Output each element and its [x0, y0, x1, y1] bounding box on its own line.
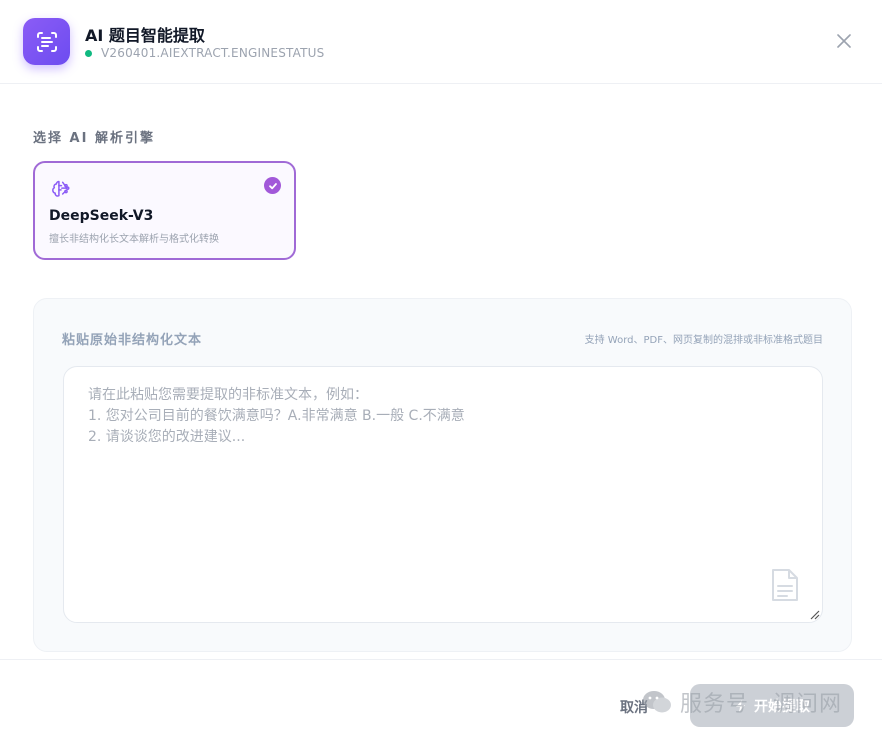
- dialog-header: AI 题目智能提取 V260401.AIEXTRACT.ENGINESTATUS: [0, 0, 882, 84]
- status-text: V260401.AIEXTRACT.ENGINESTATUS: [101, 46, 325, 60]
- paste-text-input[interactable]: [64, 367, 822, 622]
- brain-icon: [52, 180, 70, 197]
- engine-name: DeepSeek-V3: [49, 208, 154, 224]
- start-extract-button[interactable]: 开始提取: [690, 684, 854, 727]
- cancel-button[interactable]: 取消: [620, 697, 648, 717]
- start-extract-label: 开始提取: [754, 698, 810, 715]
- paste-panel: 粘贴原始非结构化文本 支持 Word、PDF、网页复制的混排或非标准格式题目: [33, 298, 852, 652]
- engine-status: V260401.AIEXTRACT.ENGINESTATUS: [85, 46, 324, 60]
- close-icon: [837, 34, 851, 48]
- selected-check-icon: [264, 177, 281, 194]
- status-dot: [85, 49, 92, 57]
- engine-section-label: 选择 AI 解析引擎: [33, 131, 155, 146]
- engine-description: 擅长非结构化长文本解析与格式化转换: [49, 234, 219, 245]
- bolt-icon: [736, 699, 745, 712]
- dialog-title: AI 题目智能提取: [85, 26, 205, 45]
- engine-card-deepseek[interactable]: DeepSeek-V3 擅长非结构化长文本解析与格式化转换: [33, 161, 296, 260]
- paste-section-label: 粘贴原始非结构化文本: [62, 333, 203, 348]
- close-button[interactable]: [834, 31, 854, 51]
- paste-format-hint: 支持 Word、PDF、网页复制的混排或非标准格式题目: [584, 335, 823, 346]
- scan-text-icon: [23, 18, 70, 65]
- paste-textarea-wrapper: [63, 366, 823, 623]
